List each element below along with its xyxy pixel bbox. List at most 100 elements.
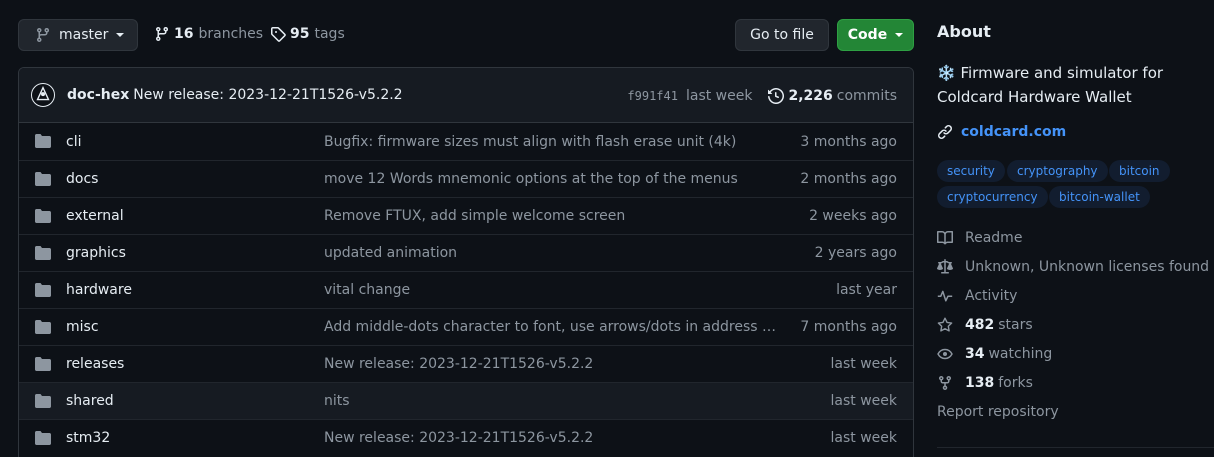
activity-label: Activity (965, 288, 1018, 304)
readme-link[interactable]: Readme (937, 230, 1022, 246)
topic-tag[interactable]: bitcoin (1109, 160, 1170, 182)
table-row[interactable]: stm32 New release: 2023-12-21T1526-v5.2.… (19, 419, 913, 456)
table-row[interactable]: graphics updated animation 2 years ago (19, 234, 913, 271)
code-label: Code (847, 27, 888, 43)
repo-forked-icon (939, 376, 951, 391)
commit-author[interactable]: doc-hex (67, 87, 129, 103)
file-date: last week (830, 356, 898, 372)
law-icon (937, 259, 953, 274)
file-name[interactable]: hardware (66, 282, 132, 298)
commit-date: last week (685, 87, 753, 104)
tags-count: 95 (290, 26, 310, 42)
file-date: 3 months ago (800, 133, 897, 150)
forks-label: forks (998, 375, 1033, 391)
folder-icon (35, 394, 51, 408)
stars-link[interactable]: 482 stars (937, 317, 1033, 333)
file-list: cli Bugfix: firmware sizes must align wi… (19, 123, 913, 456)
report-repository-link[interactable]: Report repository (937, 404, 1059, 420)
commit-sha[interactable]: f991f41 (627, 89, 678, 103)
stars-count: 482 (965, 317, 995, 333)
forks-link[interactable]: 138 forks (937, 375, 1033, 391)
file-commit-message[interactable]: New release: 2023-12-21T1526-v5.2.2 (324, 356, 776, 372)
file-date: 2 weeks ago (809, 208, 897, 224)
table-row[interactable]: misc Add middle-dots character to font, … (19, 308, 913, 345)
table-row[interactable]: external Remove FTUX, add simple welcome… (19, 197, 913, 234)
star-icon (937, 317, 953, 332)
chevron-down-icon (116, 33, 125, 37)
code-button[interactable]: Code (837, 19, 914, 51)
activity-link[interactable]: Activity (937, 288, 1017, 304)
snowflake-icon: ❄️ (937, 64, 956, 82)
folder-icon (35, 209, 51, 223)
file-name[interactable]: cli (66, 134, 81, 150)
folder-icon (35, 320, 51, 334)
stars-label: stars (998, 317, 1033, 333)
file-commit-message[interactable]: nits (324, 393, 776, 409)
file-commit-message[interactable]: New release: 2023-12-21T1526-v5.2.2 (324, 430, 776, 446)
folder-icon (35, 283, 51, 297)
branch-name: master (59, 27, 109, 43)
folder-icon (35, 172, 51, 186)
table-row[interactable]: cli Bugfix: firmware sizes must align wi… (19, 123, 913, 160)
license-label: Unknown, Unknown licenses found (965, 259, 1210, 275)
branch-select-button[interactable]: master (18, 19, 138, 51)
watchers-link[interactable]: 34 watching (937, 346, 1052, 362)
file-name[interactable]: shared (66, 393, 114, 409)
file-name[interactable]: docs (66, 171, 98, 187)
topic-tag[interactable]: bitcoin-wallet (1049, 186, 1150, 208)
git-branch-icon (155, 27, 168, 42)
commits-history-link[interactable]: 2,226 commits (768, 88, 897, 104)
tags-label: tags (314, 26, 345, 42)
topic-tag[interactable]: security (937, 160, 1005, 182)
file-commit-message[interactable]: move 12 Words mnemonic options at the to… (324, 171, 776, 187)
chevron-down-icon (895, 33, 904, 37)
table-row[interactable]: releases New release: 2023-12-21T1526-v5… (19, 345, 913, 382)
file-date: 2 months ago (800, 171, 897, 187)
git-branch-icon (36, 28, 49, 43)
book-icon (937, 230, 953, 245)
topic-tag[interactable]: cryptography (1007, 160, 1108, 182)
folder-icon (35, 134, 51, 148)
file-commit-message[interactable]: Add middle-dots character to font, use a… (324, 319, 776, 335)
website-link[interactable]: coldcard.com (937, 124, 1066, 140)
commits-count: 2,226 (788, 87, 833, 104)
file-commit-message[interactable]: updated animation (324, 245, 776, 261)
branches-count: 16 (174, 26, 194, 42)
topic-tag[interactable]: cryptocurrency (937, 186, 1048, 208)
description-text: Firmware and simulator for Coldcard Hard… (937, 64, 1164, 106)
eye-icon (937, 348, 953, 360)
table-row[interactable]: docs move 12 Words mnemonic options at t… (19, 160, 913, 197)
license-link[interactable]: Unknown, Unknown licenses found (937, 259, 1209, 275)
commit-message[interactable]: New release: 2023-12-21T1526-v5.2.2 (133, 87, 402, 103)
file-name[interactable]: misc (66, 319, 99, 335)
pulse-icon (937, 290, 953, 302)
tag-icon (271, 27, 286, 42)
table-row[interactable]: hardware vital change last year (19, 271, 913, 308)
table-row[interactable]: shared nits last week (19, 382, 913, 419)
user-avatar-icon (32, 84, 54, 106)
file-commit-message[interactable]: vital change (324, 282, 776, 298)
history-icon (768, 87, 785, 104)
watching-count: 34 (965, 346, 985, 362)
file-commit-message[interactable]: Bugfix: firmware sizes must align with f… (324, 134, 776, 150)
branches-link[interactable]: 16 branches (154, 26, 263, 42)
file-commit-message[interactable]: Remove FTUX, add simple welcome screen (324, 208, 776, 224)
file-name[interactable]: releases (66, 356, 124, 372)
folder-icon (35, 246, 51, 260)
file-date: 7 months ago (800, 319, 897, 335)
file-name[interactable]: stm32 (66, 430, 110, 446)
link-icon (937, 124, 953, 140)
readme-label: Readme (965, 230, 1023, 246)
file-date: last year (836, 282, 897, 298)
folder-icon (35, 431, 51, 445)
watching-label: watching (988, 346, 1053, 362)
avatar[interactable] (31, 83, 55, 107)
commit-meta: f991f41 last week 2,226 commits (627, 68, 897, 123)
folder-icon (35, 357, 51, 371)
tags-link[interactable]: 95 tags (270, 26, 345, 42)
file-name[interactable]: graphics (66, 245, 126, 261)
file-name[interactable]: external (66, 208, 124, 224)
forks-count: 138 (965, 375, 995, 391)
go-to-file-button[interactable]: Go to file (735, 19, 829, 51)
file-date: 2 years ago (814, 245, 897, 261)
